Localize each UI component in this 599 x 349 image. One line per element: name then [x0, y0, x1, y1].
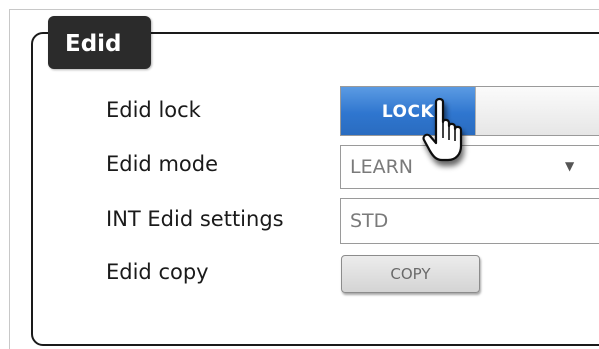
dropdown-arrow-icon: ▼ [565, 159, 575, 173]
int-edid-settings-label: INT Edid settings [106, 207, 284, 231]
toggle-off-segment[interactable] [475, 87, 599, 135]
edid-mode-selected-value: LEARN [350, 156, 414, 178]
int-edid-settings-input[interactable] [340, 198, 599, 244]
edid-copy-button[interactable]: COPY [341, 255, 480, 293]
edid-panel [31, 32, 599, 346]
edid-copy-label: Edid copy [106, 260, 209, 284]
edid-mode-label: Edid mode [106, 152, 218, 176]
hand-pointer-icon [422, 97, 463, 162]
panel-title: Edid [65, 31, 122, 57]
edid-lock-label: Edid lock [106, 98, 201, 122]
